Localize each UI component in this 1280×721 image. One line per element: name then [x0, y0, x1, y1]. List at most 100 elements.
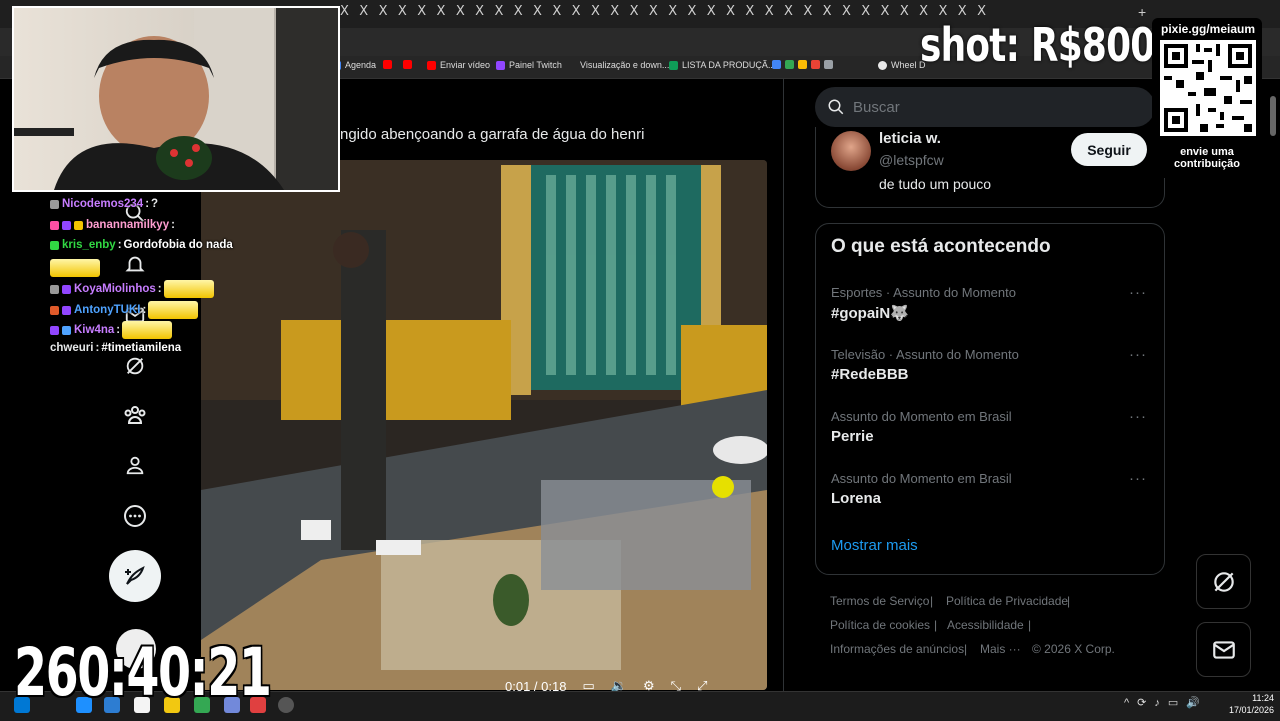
- drive-icon: [785, 60, 794, 69]
- footer-link[interactable]: Termos de Serviço: [830, 594, 929, 608]
- bookmark-painel-twitch[interactable]: Painel Twitch: [496, 60, 562, 70]
- badge-icon: [50, 240, 59, 250]
- chat-username: kris_enby: [62, 239, 116, 251]
- badge-icon: [74, 220, 83, 230]
- shot-price-overlay: shot: R$800: [920, 18, 1155, 72]
- post-video[interactable]: [201, 160, 767, 690]
- webcam-overlay: [12, 6, 340, 192]
- chat-separator: :: [142, 304, 147, 316]
- settings-icon[interactable]: [278, 697, 294, 713]
- footer-link[interactable]: Informações de anúncios: [830, 642, 964, 656]
- system-tray[interactable]: ^⟳♪▭🔊: [1124, 696, 1208, 709]
- chat-username: AntonyTUKI: [74, 304, 141, 316]
- trend-more-button[interactable]: ···: [1129, 346, 1147, 363]
- trend-name[interactable]: Perrie: [831, 428, 874, 445]
- trend-context: Assunto do Momento em Brasil: [831, 471, 1012, 486]
- clock-date[interactable]: 17/01/2026: [1228, 705, 1274, 715]
- grok-button[interactable]: [1196, 554, 1251, 609]
- trend-name[interactable]: #RedeBBB: [831, 366, 909, 383]
- trend-context: Assunto do Momento em Brasil: [831, 409, 1012, 424]
- footer-separator: |: [934, 618, 938, 632]
- emote: [163, 280, 214, 298]
- compose-icon: [125, 566, 145, 585]
- post-button[interactable]: [109, 550, 161, 602]
- badge-icon: [50, 305, 59, 315]
- scrollbar[interactable]: [1270, 96, 1276, 136]
- badge-icon: [50, 220, 59, 230]
- footer-link[interactable]: Política de cookies: [830, 618, 930, 632]
- communities-icon: [124, 406, 146, 424]
- more-icon: [124, 505, 146, 527]
- trend-more-button[interactable]: ···: [1129, 408, 1147, 425]
- app-icon: [811, 60, 820, 69]
- chat-message: KoyaMiolinhos :: [50, 280, 214, 298]
- chat-text: ?: [151, 198, 159, 210]
- twitch-icon: [496, 60, 505, 70]
- tab-close-icons[interactable]: XXXXXXXXXXXXXXXXXXXXXXXXXXXXXXXXXX: [340, 4, 996, 19]
- nav-notifications[interactable]: [121, 250, 149, 278]
- bookmark-label: Painel Twitch: [509, 60, 562, 70]
- video-frame: [201, 160, 767, 690]
- emote: [122, 321, 173, 339]
- chat-message: banannamilkyy :: [50, 219, 175, 231]
- badge-icon: [50, 284, 59, 294]
- clock-time[interactable]: 11:24: [1238, 693, 1274, 703]
- qr-code: [1160, 40, 1256, 136]
- chat-username: Kiw4na: [74, 324, 115, 336]
- bookmark-visualizacao[interactable]: Visualização e down...: [580, 60, 669, 70]
- notifications-icon: [125, 256, 145, 272]
- drive-icon: [772, 60, 781, 69]
- trend-name[interactable]: #gopaiN🐺: [831, 304, 909, 322]
- search-box[interactable]: Buscar: [815, 87, 1155, 127]
- chat-message: kris_enby : Gordofobia do nada: [50, 239, 233, 251]
- trend-name[interactable]: Lorena: [831, 490, 881, 507]
- bookmark-icons-group[interactable]: [772, 60, 833, 69]
- trend-context: Televisão · Assunto do Momento: [831, 347, 1019, 362]
- chat-username: KoyaMiolinhos: [74, 283, 156, 295]
- bookmark-youtube[interactable]: [383, 60, 392, 69]
- chat-text: Gordofobia do nada: [123, 239, 233, 251]
- nav-profile[interactable]: [121, 451, 149, 479]
- show-more-link[interactable]: Mostrar mais: [831, 537, 918, 554]
- bookmark-youtube-2[interactable]: [403, 60, 412, 69]
- bookmark-label: Agenda: [345, 60, 377, 70]
- chat-username: Nicodemos234: [62, 198, 144, 210]
- badge-icon: [50, 325, 59, 335]
- footer-separator: |: [1067, 594, 1071, 608]
- nav-more[interactable]: [121, 502, 149, 530]
- footer-link[interactable]: Política de Privacidade: [946, 594, 1068, 608]
- avatar[interactable]: [831, 131, 871, 171]
- nav-grok[interactable]: [121, 352, 149, 380]
- youtube-icon: [383, 60, 392, 69]
- bookmark-wheel[interactable]: Wheel D: [878, 60, 926, 70]
- badge-icon: [62, 284, 71, 294]
- footer-separator: |: [930, 594, 934, 608]
- search-placeholder: Buscar: [853, 98, 900, 116]
- chrome-icon: [878, 60, 887, 70]
- follow-button[interactable]: Seguir: [1071, 133, 1147, 166]
- bookmark-lista-producao[interactable]: LISTA DA PRODUÇÃ...: [669, 60, 775, 70]
- footer-more-link[interactable]: Mais ···: [980, 642, 1021, 656]
- sheets-icon: [669, 60, 678, 70]
- emote: [148, 301, 199, 319]
- chat-message: chweuri : #timetiamilena: [50, 342, 181, 354]
- bookmark-enviar-video[interactable]: Enviar vídeo: [427, 60, 490, 70]
- trends-card: [815, 223, 1165, 575]
- follow-suggestion-name[interactable]: leticia w.: [879, 130, 941, 147]
- nav-communities[interactable]: [121, 401, 149, 429]
- column-divider: [783, 79, 784, 691]
- bookmark-label: Enviar vídeo: [440, 60, 491, 70]
- footer-link[interactable]: Acessibilidade: [947, 618, 1024, 632]
- chat-separator: :: [145, 198, 150, 210]
- trend-more-button[interactable]: ···: [1129, 470, 1147, 487]
- post-text: ngido abençoando a garrafa de água do he…: [340, 126, 645, 143]
- grok-icon: [126, 357, 144, 375]
- footer-separator: |: [1028, 618, 1032, 632]
- qr-icon: [1160, 40, 1256, 136]
- trend-more-button[interactable]: ···: [1129, 284, 1147, 301]
- messages-icon: [1212, 640, 1235, 659]
- follow-suggestion-handle: @letspfcw: [879, 152, 944, 168]
- chat-message: Nicodemos234 : ?: [50, 198, 158, 210]
- messages-drawer-button[interactable]: [1196, 622, 1251, 677]
- keep-icon: [798, 60, 807, 69]
